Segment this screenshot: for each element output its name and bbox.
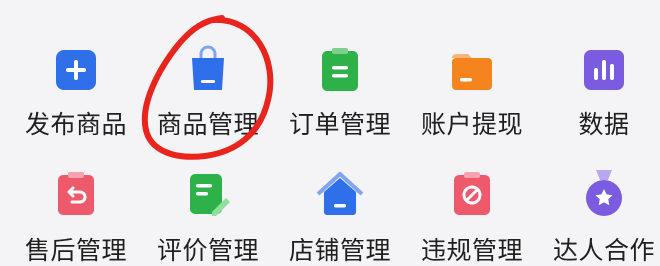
store-home-icon (316, 172, 364, 215)
menu-item-label: 达人合作 (552, 236, 655, 265)
menu-item-label: 数据 (578, 110, 630, 139)
menu-item-order-management[interactable]: 订单管理 (274, 44, 406, 140)
menu-item-product-management[interactable]: 商品管理 (142, 44, 274, 140)
menu-item-label: 违规管理 (420, 236, 523, 265)
menu-item-label: 店铺管理 (288, 236, 391, 265)
wallet-icon (452, 54, 492, 90)
menu-item-store-management[interactable]: 店铺管理 (274, 168, 406, 266)
menu-item-label: 售后管理 (24, 236, 127, 265)
menu-item-publish-product[interactable]: 发布商品 (10, 44, 142, 140)
add-icon (56, 50, 96, 90)
menu-item-label: 商品管理 (156, 110, 259, 139)
menu-item-label: 评价管理 (156, 236, 259, 265)
star-medal-icon (586, 170, 622, 216)
menu-item-label: 订单管理 (288, 110, 391, 139)
order-clipboard-icon (322, 48, 358, 91)
menu-item-label: 发布商品 (24, 110, 127, 139)
bar-chart-icon (584, 50, 624, 90)
menu-item-influencer-cooperation[interactable]: 达人合作 (538, 168, 660, 266)
shopping-bag-icon (192, 45, 224, 90)
menu-item-account-withdraw[interactable]: 账户提现 (406, 44, 538, 140)
menu-item-violation-management[interactable]: 违规管理 (406, 168, 538, 266)
violation-clipboard-icon (454, 172, 490, 215)
review-edit-icon (190, 174, 230, 216)
menu-item-label: 账户提现 (420, 110, 523, 139)
menu-item-review-management[interactable]: 评价管理 (142, 168, 274, 266)
menu-item-data[interactable]: 数据 (538, 44, 660, 140)
menu-item-after-sales[interactable]: 售后管理 (10, 168, 142, 266)
return-clipboard-icon (58, 172, 94, 215)
function-grid: 发布商品 商品管理 订单管理 账户提现 数据 售后管理 评价管理 店铺管理 违规… (0, 0, 660, 265)
